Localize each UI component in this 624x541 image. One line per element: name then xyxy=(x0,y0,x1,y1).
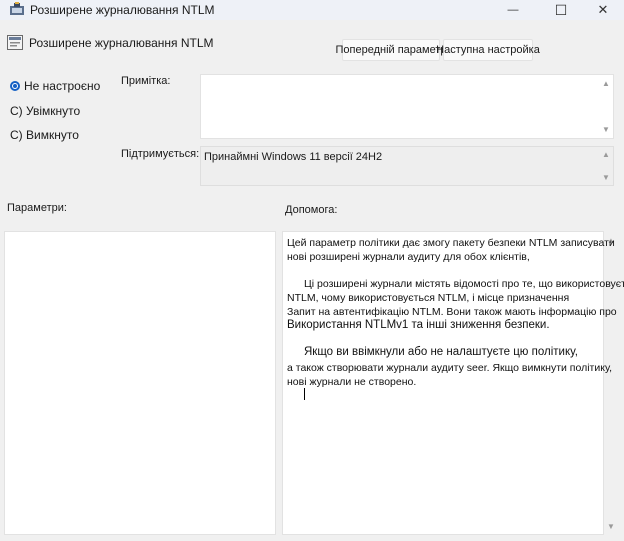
policy-name: Розширене журналювання NTLM xyxy=(29,36,214,50)
minimize-icon: — xyxy=(507,4,519,16)
scroll-down-icon[interactable]: ▼ xyxy=(602,126,610,134)
radio-enabled-label: С) Увімкнуто xyxy=(10,104,81,118)
help-line: NTLM, чому використовується NTLM, і місц… xyxy=(287,292,570,304)
help-line: Ці розширені журнали містять відомості п… xyxy=(304,278,624,290)
help-line: а також створювати журнали аудиту seer. … xyxy=(287,362,613,374)
options-label: Параметри: xyxy=(7,202,67,214)
help-line: Запит на автентифікацію NTLM. Вони також… xyxy=(287,306,617,318)
scroll-down-icon[interactable]: ▼ xyxy=(602,174,610,182)
maximize-button[interactable]: ☐ xyxy=(546,0,576,20)
scroll-down-icon[interactable]: ▼ xyxy=(607,523,615,531)
radio-disabled-label: С) Вимкнуто xyxy=(10,128,79,142)
help-line: нові розширені журнали аудиту для обох к… xyxy=(287,251,530,263)
maximize-icon: ☐ xyxy=(554,1,568,18)
next-setting-button[interactable]: Наступна настройка xyxy=(436,39,540,61)
help-label: Допомога: xyxy=(285,204,338,216)
help-line: нові журнали не створено. xyxy=(287,376,417,388)
group-policy-icon xyxy=(9,2,25,16)
help-line: Якщо ви ввімкнули або не налаштуєте цю п… xyxy=(304,345,578,359)
radio-enabled[interactable]: С) Увімкнуто xyxy=(10,104,80,118)
options-panel xyxy=(4,231,276,535)
radio-not-configured-label: Не настроєно xyxy=(24,79,101,93)
help-line-text: Використання NTLMv1 та інші зниження без… xyxy=(287,319,550,331)
text-caret xyxy=(304,388,305,400)
help-line: Використання NTLMv1 та інші зниження без… xyxy=(287,318,550,332)
supported-label: Підтримується: xyxy=(121,148,200,160)
help-line: Цей параметр політики дає змогу пакету б… xyxy=(287,237,615,249)
comment-textarea[interactable] xyxy=(200,74,614,139)
radio-disabled[interactable]: С) Вимкнуто xyxy=(10,128,79,142)
policy-setting-icon xyxy=(7,35,23,50)
previous-setting-button[interactable]: Попередній параметр xyxy=(336,39,447,61)
radio-selected-icon xyxy=(10,81,20,91)
supported-value: Принаймні Windows 11 версії 24H2 xyxy=(204,151,383,163)
scroll-up-icon[interactable]: ▲ xyxy=(602,80,610,88)
radio-not-configured[interactable]: Не настроєно xyxy=(10,79,100,93)
scroll-up-icon[interactable]: ▲ xyxy=(602,151,610,159)
window-title: Розширене журналювання NTLM xyxy=(30,3,215,17)
comment-label: Примітка: xyxy=(121,75,171,87)
close-icon: ✕ xyxy=(597,2,609,17)
help-line-text: Якщо ви ввімкнули або не налаштуєте цю п… xyxy=(304,346,578,358)
minimize-button[interactable]: — xyxy=(498,0,528,20)
close-button[interactable]: ✕ xyxy=(588,0,618,20)
